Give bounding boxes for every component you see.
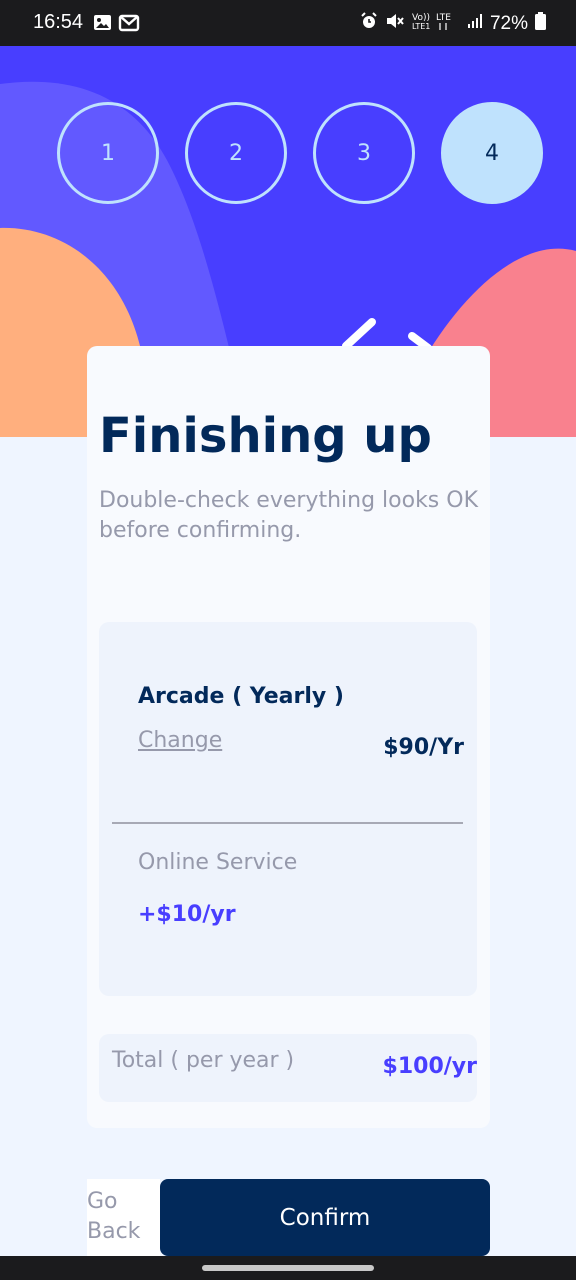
- svg-text:LTE: LTE: [436, 13, 451, 23]
- addon-name: Online Service: [138, 850, 298, 875]
- alarm-icon: [360, 12, 378, 36]
- status-time: 16:54: [33, 11, 84, 33]
- status-right-icons: Vo)) LTE1 LTE 72%: [360, 11, 546, 37]
- confirm-button[interactable]: Confirm: [160, 1179, 490, 1256]
- step-4-label: 4: [485, 140, 499, 166]
- navigation-gesture-bar: [0, 1256, 576, 1280]
- step-1-label: 1: [101, 140, 115, 166]
- mute-icon: [385, 12, 405, 36]
- confirm-label: Confirm: [279, 1204, 371, 1231]
- total-value: $100/yr: [382, 1054, 477, 1079]
- step-4[interactable]: 4: [441, 102, 543, 204]
- home-gesture-handle[interactable]: [202, 1265, 374, 1271]
- total-row: Total ( per year ) $100/yr: [99, 1034, 477, 1102]
- plan-name: Arcade ( Yearly ): [138, 684, 344, 709]
- page-title: Finishing up: [99, 408, 432, 464]
- volte-lte-icon: Vo)) LTE1 LTE: [412, 11, 460, 37]
- page-subtitle: Double-check everything looks OK before …: [99, 488, 479, 543]
- step-3[interactable]: 3: [313, 102, 415, 204]
- summary-card: Finishing up Double-check everything loo…: [87, 346, 490, 1128]
- image-icon: [93, 13, 112, 36]
- step-1[interactable]: 1: [57, 102, 159, 204]
- status-left-icons: [93, 13, 140, 36]
- gmail-icon: [118, 13, 140, 36]
- signal-icon: [467, 13, 483, 35]
- status-bar: 16:54 Vo)) LTE1 LTE 72%: [0, 0, 576, 46]
- summary-divider: [112, 822, 463, 824]
- go-back-button[interactable]: Go Back: [87, 1179, 160, 1256]
- step-2-label: 2: [229, 140, 243, 166]
- step-2[interactable]: 2: [185, 102, 287, 204]
- plan-price: $90/Yr: [383, 735, 464, 760]
- svg-text:LTE1: LTE1: [412, 22, 430, 31]
- order-summary: Arcade ( Yearly ) Change $90/Yr Online S…: [99, 622, 477, 996]
- total-label: Total ( per year ): [112, 1048, 295, 1073]
- change-plan-link[interactable]: Change: [138, 728, 222, 753]
- battery-percent: 72%: [489, 13, 528, 34]
- step-3-label: 3: [357, 140, 371, 166]
- battery-icon: [535, 12, 546, 36]
- step-indicators: 1 2 3 4: [57, 102, 545, 206]
- addon-price: +$10/yr: [138, 902, 236, 927]
- bottom-actions: Go Back Confirm: [87, 1179, 490, 1256]
